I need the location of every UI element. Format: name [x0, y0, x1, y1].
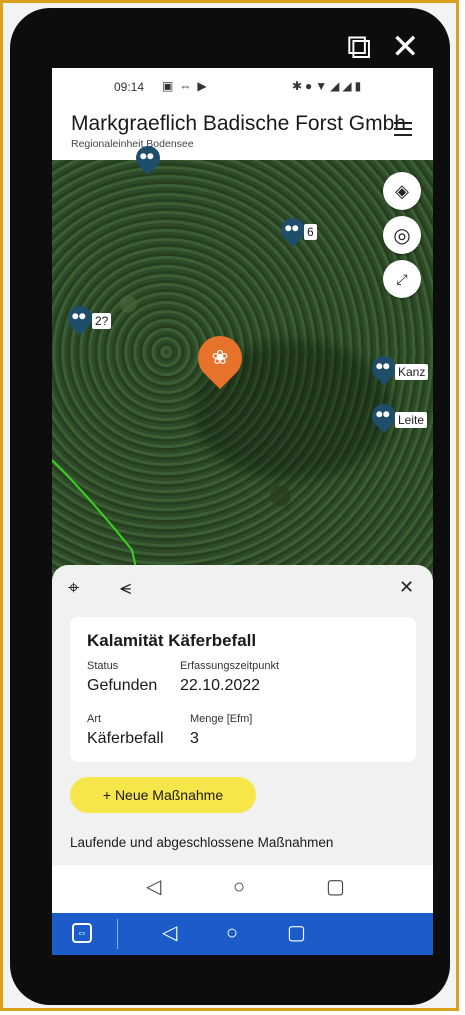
marker-label: 6: [304, 224, 317, 240]
time-value: 22.10.2022: [180, 677, 261, 694]
divider: [117, 919, 118, 949]
close-icon[interactable]: ✕: [391, 30, 420, 64]
type-value: Käferbefall: [87, 730, 164, 747]
notification-icons: ▣⇔▶: [162, 79, 213, 93]
menu-icon[interactable]: [394, 122, 412, 136]
popout-icon[interactable]: ⧉: [347, 30, 371, 64]
locate-button[interactable]: ◎: [383, 216, 421, 254]
measures-heading: Laufende und abgeschlossene Maßnahmen: [70, 835, 334, 850]
binoculars-icon: [140, 153, 154, 161]
new-measure-button[interactable]: + Neue Maßnahme: [70, 777, 256, 813]
back-icon[interactable]: ◁: [162, 920, 177, 946]
detail-sheet: ⌖ ⪪ ✕ Kalamität Käferbefall Status Erfas…: [52, 565, 433, 865]
type-label: Art: [87, 713, 102, 725]
share-icon[interactable]: ⪪: [120, 577, 131, 600]
marker-label: 2?: [92, 313, 112, 329]
remote-control-bar: ⇔ ◁ ○ ▢: [52, 913, 433, 955]
page-title: Markgraeflich Badische Forst Gmbh: [71, 112, 406, 135]
fullscreen-icon: ⤢: [396, 270, 408, 287]
status-bar: 09:14 ▣⇔▶ ✱●▼◢◢▮: [52, 68, 433, 110]
binoculars-icon: [376, 363, 390, 371]
marker-label: Leite: [395, 412, 428, 428]
system-status-icons: ✱●▼◢◢▮: [292, 79, 365, 93]
layers-button[interactable]: ◈: [383, 172, 421, 210]
detail-title: Kalamität Käferbefall: [87, 631, 257, 650]
close-sheet-icon[interactable]: ✕: [399, 577, 414, 598]
home-icon[interactable]: ○: [233, 875, 245, 899]
amount-value: 3: [190, 730, 199, 747]
recents-icon[interactable]: ▢: [326, 875, 345, 899]
target-icon[interactable]: ⌖: [68, 577, 79, 600]
marker-label: Kanz: [395, 364, 429, 380]
recents-icon[interactable]: ▢: [287, 920, 306, 946]
binoculars-icon: [376, 411, 390, 419]
bug-icon: ❀: [211, 347, 229, 369]
binoculars-icon: [72, 313, 86, 321]
android-navbar: ◁ ○ ▢: [52, 865, 433, 913]
page-subtitle: Regionaleinheit Bodensee: [71, 138, 194, 150]
status-value: Gefunden: [87, 677, 158, 694]
app-screen: 09:14 ▣⇔▶ ✱●▼◢◢▮ Markgraeflich Badische …: [52, 68, 433, 913]
teamviewer-icon[interactable]: ⇔: [72, 923, 92, 943]
locate-icon: ◎: [393, 224, 411, 247]
amount-label: Menge [Efm]: [190, 713, 253, 725]
status-time: 09:14: [114, 80, 145, 94]
back-icon[interactable]: ◁: [146, 875, 161, 899]
layers-icon: ◈: [395, 180, 409, 201]
detail-card: Kalamität Käferbefall Status Erfassungsz…: [70, 617, 416, 762]
time-label: Erfassungszeitpunkt: [180, 660, 280, 672]
fullscreen-button[interactable]: ⤢: [383, 260, 421, 298]
home-icon[interactable]: ○: [226, 920, 238, 946]
status-label: Status: [87, 660, 119, 672]
binoculars-icon: [285, 225, 299, 233]
